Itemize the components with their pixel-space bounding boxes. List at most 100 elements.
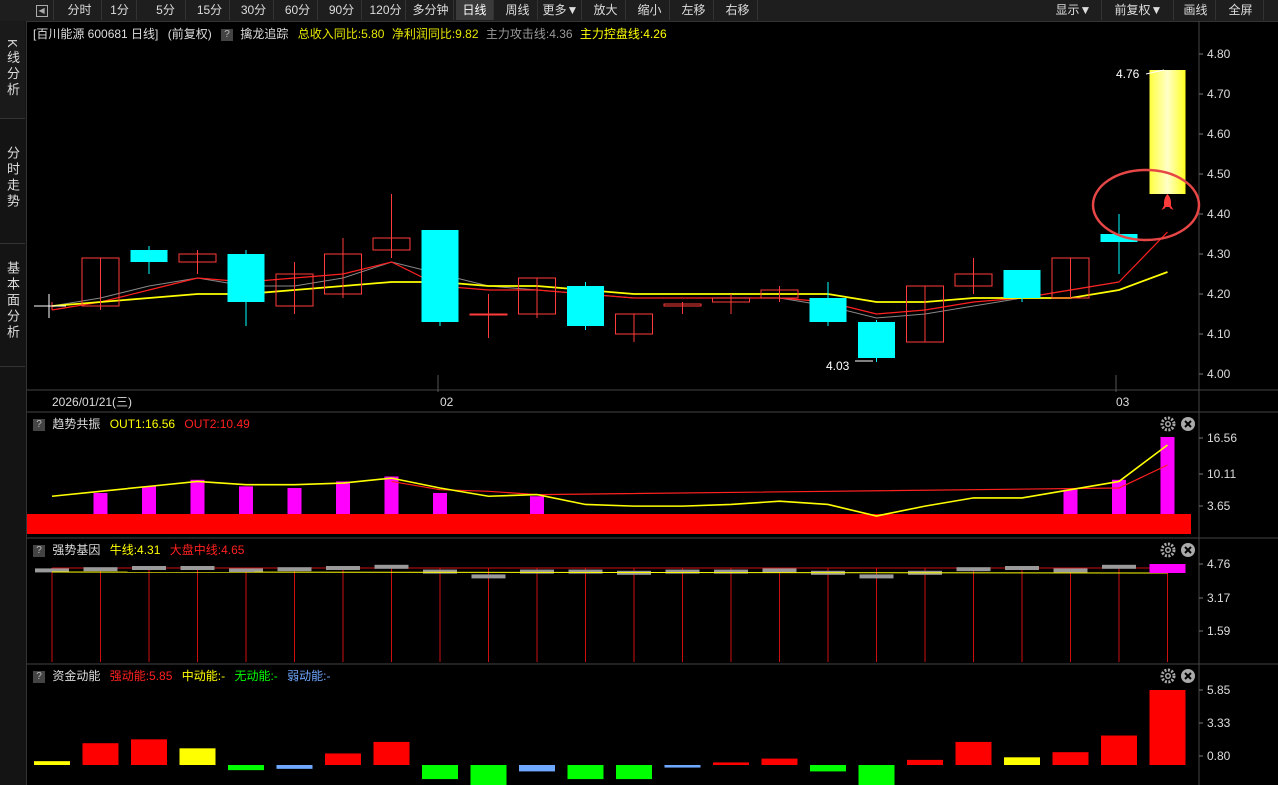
panel3-gray-bar [374,564,409,569]
candle-body [469,313,508,316]
panel2-out1-line [51,444,1168,517]
panel4-bar [761,758,798,765]
sidebar-tab-intraday-label: 分时走势 [5,146,20,210]
toolbar-button-8[interactable]: 多分钟 [408,0,454,20]
toolbar-button-14[interactable]: 左移 [674,0,714,20]
panel4-bar [519,765,555,772]
panel4-bar [34,761,70,765]
panel3-gray-bar [180,566,215,570]
panel3-gray-bar [520,569,554,574]
panel4-bar [470,765,507,785]
panel4-bar [131,739,167,765]
panel4-bar [955,741,992,765]
price-tick-label: 4.80 [1207,47,1231,61]
sidebar-tab-fundamentals-label: 基本面分析 [5,261,20,341]
panel3-gray-bar [1102,564,1136,569]
price-tick-label: 4.30 [1207,247,1231,261]
panel3-gray-bar [859,574,894,579]
panel3-gray-bar [423,569,457,574]
collapse-icon: ◀ [35,4,48,17]
candle-body [130,250,168,262]
toolbar-button-3[interactable]: 15分 [190,0,230,20]
panel2-red-band [27,514,1191,534]
panel2-magenta-bar [142,486,156,514]
toolbar-button-1[interactable]: 1分 [103,0,137,20]
price-tick-label: 4.50 [1207,167,1231,181]
panel2-magenta-bar [1112,479,1126,514]
toolbar-button-5[interactable]: 60分 [278,0,318,20]
panel4-bar [1052,752,1089,765]
toolbar-right-button-1[interactable]: 前复权▼ [1104,0,1174,20]
candle-body [421,230,459,322]
date-label: 2026/01/21(三) [52,395,132,409]
toolbar-right-button-2[interactable]: 画线 [1176,0,1216,20]
price-tick-label: 4.60 [1207,127,1231,141]
panel2-magenta-bar [239,486,253,514]
forecast-bar [1149,70,1186,194]
toolbar-button-2[interactable]: 5分 [146,0,186,20]
date-label: 03 [1116,395,1130,409]
settings-gear-icon[interactable] [1160,542,1176,558]
panel4-bar [616,765,652,780]
sidebar-tab-fundamentals[interactable]: 基本面分析 [0,245,25,367]
toolbar-button-12[interactable]: 放大 [586,0,626,20]
panel4-bar [1101,735,1137,765]
panel4-bar [179,748,216,765]
toolbar-button-9[interactable]: 日线 [456,0,494,20]
price-tick-label: 4.70 [1207,87,1231,101]
toolbar-button-4[interactable]: 30分 [234,0,274,20]
sidebar-tab-kline-label: K线分析 [5,39,20,99]
close-panel-icon[interactable] [1181,417,1195,431]
panel4-bar [858,765,895,785]
panel4-tick-label: 0.80 [1207,749,1231,763]
panel4-bar [1149,690,1186,765]
panel3-gray-bar [83,567,118,572]
toolbar-button-0[interactable]: 分时 [58,0,102,20]
sidebar-tab-intraday[interactable]: 分时走势 [0,120,25,244]
settings-gear-icon[interactable] [1160,416,1176,432]
toolbar-right-button-0[interactable]: 显示▼ [1046,0,1102,20]
panel3-bull-line [51,571,1168,574]
toolbar-button-15[interactable]: 右移 [718,0,758,20]
candle-body [567,286,604,326]
ma-yellow-line [51,271,1168,307]
panel4-tick-label: 5.85 [1207,683,1231,697]
panel3-tick-label: 3.17 [1207,591,1231,605]
toolbar-right-button-3[interactable]: 全屏 [1218,0,1264,20]
panel2-tick-label: 3.65 [1207,499,1231,513]
panel4-bar [82,743,119,765]
panel4-bar [567,765,604,780]
close-panel-icon[interactable] [1181,669,1195,683]
low-price-label: 4.03 [826,359,850,373]
panel3-gray-bar [568,569,603,574]
settings-gear-icon[interactable] [1160,668,1176,684]
sidebar-tab-kline[interactable]: K线分析 [0,21,25,119]
toolbar-button-6[interactable]: 90分 [322,0,362,20]
panel3-magenta-bar [1149,564,1186,573]
candle-body [809,298,847,322]
panel2-magenta-bar [1063,489,1078,514]
close-panel-icon[interactable] [1181,543,1195,557]
panel4-bar [422,765,458,780]
panel2-out2-line [391,464,1168,496]
panel3-gray-bar [762,568,797,573]
menu-icon-button[interactable]: ◀ [30,0,54,20]
toolbar-button-11[interactable]: 更多▼ [540,0,582,20]
toolbar-button-10[interactable]: 周线 [498,0,538,20]
panel2-magenta-bar [287,488,302,514]
panel3-gray-bar [471,574,506,579]
price-tick-label: 4.10 [1207,327,1231,341]
panel4-bar [276,765,313,769]
panel4-bar [810,765,846,772]
panel3-gray-bar [326,566,360,570]
kline-chart[interactable]: 4.80 4.70 4.60 4.50 4.40 4.30 4.20 4.10 4.00 2026… [27,21,1278,785]
panel2-magenta-bar [190,479,205,514]
price-tick-label: 4.00 [1207,367,1231,381]
panel3-gray-bar [956,567,991,572]
toolbar-button-13[interactable]: 缩小 [630,0,670,20]
panel2-magenta-bar [93,492,108,514]
toolbar-button-7[interactable]: 120分 [366,0,406,20]
high-price-label: 4.76 [1116,67,1140,81]
price-tick-label: 4.20 [1207,287,1231,301]
panel4-bar [228,765,264,771]
